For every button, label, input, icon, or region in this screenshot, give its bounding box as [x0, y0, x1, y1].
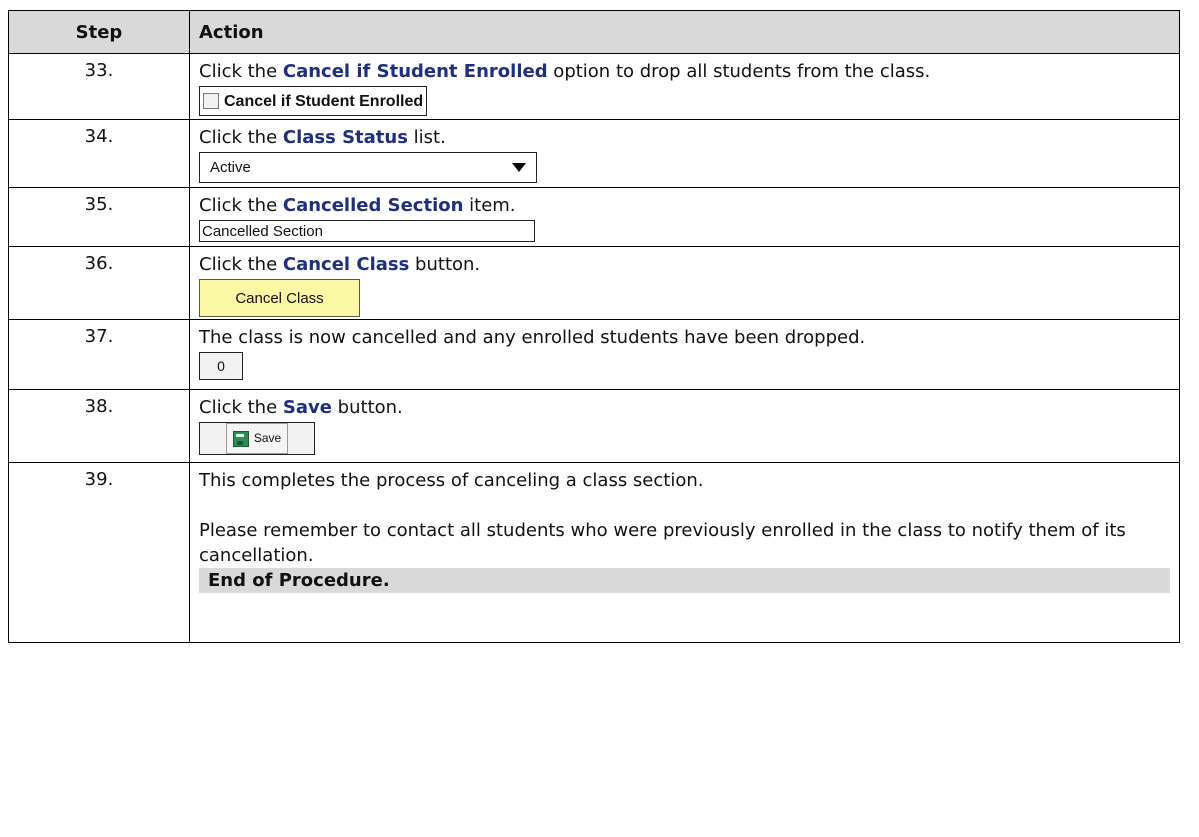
- step-note: Please remember to contact all students …: [199, 520, 1126, 566]
- save-label: Save: [253, 431, 282, 445]
- step-highlight: Cancel if Student Enrolled: [282, 61, 548, 82]
- table-header-row: Step Action: [8, 10, 1180, 54]
- floppy-disk-icon: [232, 430, 249, 447]
- step-action: Click the Cancel Class button. Cancel Cl…: [189, 246, 1180, 320]
- step-action: The class is now cancelled and any enrol…: [189, 319, 1180, 390]
- step-action: Click the Cancel if Student Enrolled opt…: [189, 53, 1180, 120]
- step-instruction: The class is now cancelled and any enrol…: [199, 327, 866, 348]
- cancel-class-button[interactable]: Cancel Class: [199, 279, 360, 317]
- step-number: 36.: [8, 246, 190, 320]
- procedure-table: Step Action 33. Click the Cancel if Stud…: [8, 10, 1180, 643]
- cancel-if-enrolled-checkbox[interactable]: Cancel if Student Enrolled: [199, 86, 428, 116]
- table-row: 36. Click the Cancel Class button. Cance…: [8, 246, 1180, 320]
- checkbox-icon[interactable]: [203, 93, 219, 109]
- step-number: 33.: [8, 53, 190, 120]
- step-highlight: Cancel Class: [282, 254, 410, 275]
- table-row: 35. Click the Cancelled Section item. Ca…: [8, 187, 1180, 247]
- step-instruction: Click the Cancelled Section item.: [199, 195, 516, 216]
- enrolled-count-field: 0: [199, 352, 243, 380]
- step-instruction: Click the Cancel if Student Enrolled opt…: [199, 61, 931, 82]
- step-highlight: Class Status: [282, 127, 408, 148]
- table-row: 37. The class is now cancelled and any e…: [8, 319, 1180, 390]
- table-row: 39. This completes the process of cancel…: [8, 462, 1180, 643]
- end-of-procedure: End of Procedure.: [199, 568, 1170, 593]
- save-button[interactable]: Save: [199, 422, 315, 455]
- header-step: Step: [8, 10, 190, 54]
- step-instruction: This completes the process of canceling …: [199, 470, 704, 491]
- step-action: Click the Save button. Save: [189, 389, 1180, 463]
- step-action: This completes the process of canceling …: [189, 462, 1180, 643]
- select-value: Active: [210, 159, 251, 176]
- step-action: Click the Cancelled Section item. Cancel…: [189, 187, 1180, 247]
- header-action: Action: [189, 10, 1180, 54]
- step-number: 38.: [8, 389, 190, 463]
- table-row: 38. Click the Save button. Save: [8, 389, 1180, 463]
- step-highlight: Save: [282, 397, 332, 418]
- step-instruction: Click the Save button.: [199, 397, 403, 418]
- cancelled-section-item[interactable]: Cancelled Section: [199, 220, 535, 242]
- step-action: Click the Class Status list. Active: [189, 119, 1180, 188]
- step-highlight: Cancelled Section: [282, 195, 464, 216]
- step-number: 35.: [8, 187, 190, 247]
- chevron-down-icon[interactable]: [512, 163, 526, 172]
- class-status-select[interactable]: Active: [199, 152, 537, 183]
- table-row: 34. Click the Class Status list. Active: [8, 119, 1180, 188]
- step-instruction: Click the Class Status list.: [199, 127, 446, 148]
- step-number: 39.: [8, 462, 190, 643]
- table-row: 33. Click the Cancel if Student Enrolled…: [8, 53, 1180, 120]
- step-number: 34.: [8, 119, 190, 188]
- checkbox-label: Cancel if Student Enrolled: [224, 92, 424, 110]
- step-instruction: Click the Cancel Class button.: [199, 254, 481, 275]
- step-number: 37.: [8, 319, 190, 390]
